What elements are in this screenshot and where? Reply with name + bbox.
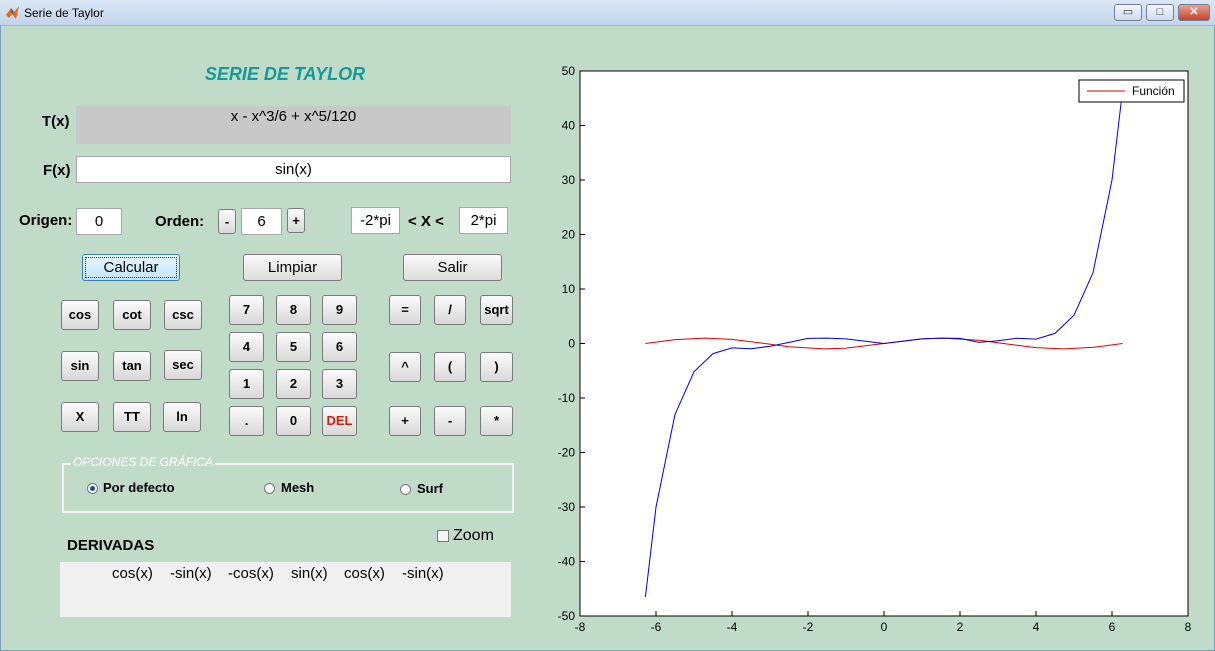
window-title: Serie de Taylor (24, 6, 104, 20)
x-tick-label: 2 (957, 620, 964, 634)
y-tick-label: -50 (558, 609, 576, 623)
y-tick-label: -10 (558, 391, 576, 405)
origin-input[interactable]: 0 (76, 208, 122, 235)
order-input[interactable]: 6 (241, 208, 282, 235)
minus-key[interactable]: - (434, 406, 466, 436)
calculate-button[interactable]: Calcular (82, 254, 180, 281)
x-tick-label: 8 (1185, 620, 1192, 634)
page-title: SERIE DE TAYLOR (204, 64, 366, 84)
title-bar: Serie de Taylor ▭ □ ✕ (0, 0, 1215, 26)
range-min-input[interactable]: -2*pi (351, 207, 400, 234)
cos-key[interactable]: cos (61, 300, 99, 330)
derivative-4: sin(x) (291, 565, 328, 582)
x-tick-label: -6 (651, 620, 662, 634)
derivative-6: -sin(x) (402, 565, 444, 582)
origin-label: Origen: (19, 212, 73, 229)
x-tick-label: 6 (1109, 620, 1116, 634)
key-1[interactable]: 1 (229, 369, 264, 399)
matlab-icon (5, 5, 20, 20)
radio-default[interactable] (87, 483, 98, 494)
y-tick-label: 20 (562, 228, 576, 242)
y-tick-label: -40 (558, 555, 576, 569)
key-decimal[interactable]: . (229, 406, 264, 436)
order-label: Orden: (155, 213, 205, 230)
range-max-input[interactable]: 2*pi (459, 207, 508, 234)
exit-button[interactable]: Salir (403, 254, 502, 281)
x-key[interactable]: X (61, 402, 99, 432)
y-tick-label: 50 (562, 64, 576, 78)
range-separator: < X < (408, 213, 444, 230)
key-3[interactable]: 3 (322, 369, 357, 399)
equals-key[interactable]: = (389, 295, 421, 325)
close-button[interactable]: ✕ (1178, 4, 1210, 21)
pi-key[interactable]: TT (113, 402, 151, 432)
y-tick-label: 30 (562, 173, 576, 187)
tan-key[interactable]: tan (113, 351, 151, 381)
plot-axes[interactable]: -8 -6 -4 -2 0 2 4 6 8-50-40-30-20-1001020304050 … (540, 60, 1205, 640)
clear-button[interactable]: Limpiar (243, 254, 342, 281)
derivative-5: cos(x) (344, 565, 385, 582)
x-tick-label: -4 (727, 620, 738, 634)
plus-key[interactable]: + (389, 406, 421, 436)
function-label: F(x) (43, 162, 71, 179)
order-increment-button[interactable]: + (287, 208, 305, 233)
key-8[interactable]: 8 (276, 295, 311, 325)
derivative-3: -cos(x) (228, 565, 274, 582)
radio-surf[interactable] (400, 484, 411, 495)
taylor-result: x - x^3/6 + x^5/120 (76, 106, 511, 144)
y-tick-label: 40 (562, 119, 576, 133)
cot-key[interactable]: cot (113, 300, 151, 330)
key-0[interactable]: 0 (276, 406, 311, 436)
y-tick-label: -30 (558, 500, 576, 514)
power-key[interactable]: ^ (389, 352, 421, 382)
key-5[interactable]: 5 (276, 332, 311, 362)
x-tick-label: -8 (575, 620, 586, 634)
taylor-label: T(x) (42, 113, 70, 130)
y-tick-label: -20 (558, 446, 576, 460)
maximize-button[interactable]: □ (1146, 4, 1174, 21)
radio-mesh[interactable] (264, 483, 275, 494)
function-input[interactable]: sin(x) (76, 156, 511, 183)
key-4[interactable]: 4 (229, 332, 264, 362)
sin-key[interactable]: sin (61, 351, 99, 381)
key-2[interactable]: 2 (276, 369, 311, 399)
derivatives-title: DERIVADAS (67, 537, 155, 554)
y-tick-label: 0 (568, 337, 575, 351)
key-6[interactable]: 6 (322, 332, 357, 362)
zoom-label: Zoom (453, 527, 494, 544)
zoom-checkbox[interactable] (437, 530, 449, 542)
minimize-button[interactable]: ▭ (1114, 4, 1142, 21)
x-tick-label: 4 (1033, 620, 1040, 634)
key-9[interactable]: 9 (322, 295, 357, 325)
derivative-2: -sin(x) (170, 565, 212, 582)
sqrt-key[interactable]: sqrt (480, 295, 513, 325)
x-tick-label: -2 (803, 620, 814, 634)
x-tick-label: 0 (881, 620, 888, 634)
csc-key[interactable]: csc (164, 300, 202, 330)
key-7[interactable]: 7 (229, 295, 264, 325)
close-paren-key[interactable]: ) (480, 352, 513, 382)
legend-entry: Función (1132, 84, 1175, 98)
radio-surf-label: Surf (417, 481, 443, 496)
divide-key[interactable]: / (434, 295, 466, 325)
sec-key[interactable]: sec (164, 350, 202, 380)
y-tick-label: 10 (562, 282, 576, 296)
derivative-1: cos(x) (112, 565, 153, 582)
multiply-key[interactable]: * (480, 406, 513, 436)
ln-key[interactable]: ln (163, 402, 201, 432)
radio-mesh-label: Mesh (281, 480, 315, 495)
radio-default-label: Por defecto (103, 480, 175, 495)
open-paren-key[interactable]: ( (434, 352, 466, 382)
graph-options-legend: OPCIONES DE GRÁFICA (71, 455, 216, 469)
delete-key[interactable]: DEL (322, 406, 357, 436)
order-decrement-button[interactable]: - (218, 209, 236, 234)
